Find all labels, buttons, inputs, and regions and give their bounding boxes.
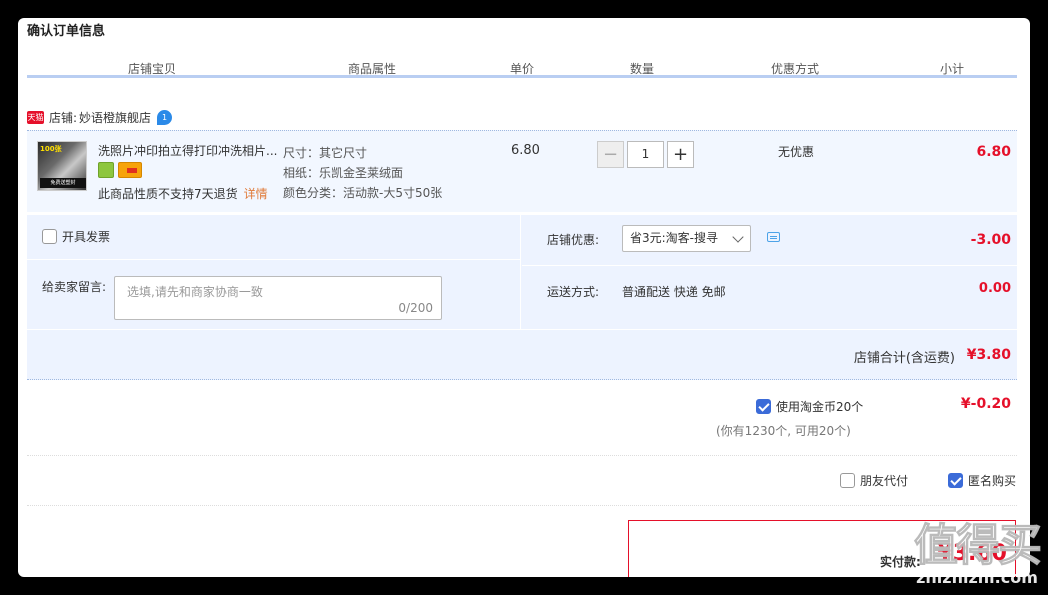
order-options: 开具发票 给卖家留言: 选填,请先和商家协商一致 0/200 店铺优惠: 省3元… <box>27 215 1017 329</box>
divider <box>27 259 521 260</box>
shop-discount-amount: -3.00 <box>970 232 1011 248</box>
no-return-text: 此商品性质不支持7天退货 <box>98 187 238 201</box>
item-attributes: 尺寸：其它尺寸 相纸：乐凯金圣莱绒面 颜色分类：活动款-大5寸50张 <box>283 143 442 203</box>
message-char-count: 0/200 <box>398 301 433 315</box>
item-promo: 无优惠 <box>778 145 815 159</box>
order-item-row: 100张 免费送塑封 洗照片冲印拍立得打印冲洗相片... 此商品性质不支持7天退… <box>27 130 1017 212</box>
thumb-promo-text: 100张 <box>40 145 62 153</box>
invoice-option[interactable]: 开具发票 <box>42 228 110 245</box>
quantity-stepper: − 1 + <box>597 141 694 168</box>
seller-message-textarea[interactable]: 选填,请先和商家协商一致 0/200 <box>114 276 442 320</box>
shipping-label: 运送方式: <box>547 285 600 299</box>
shipping-fee: 0.00 <box>978 281 1011 296</box>
shop-total-row: 店铺合计(含运费) ¥3.80 <box>27 330 1017 380</box>
attr-color: 颜色分类：活动款-大5寸50张 <box>283 186 443 200</box>
friend-pay-checkbox[interactable] <box>840 473 855 488</box>
unit-price: 6.80 <box>511 143 540 158</box>
quantity-plus-button[interactable]: + <box>667 141 694 168</box>
order-confirm-panel: 确认订单信息 店铺宝贝 商品属性 单价 数量 优惠方式 小计 天猫 店铺: 妙语… <box>18 18 1030 577</box>
friend-pay-label: 朋友代付 <box>860 474 909 488</box>
chevron-down-icon <box>732 231 744 243</box>
shop-row: 天猫 店铺: 妙语橙旗舰店 1 <box>27 108 173 126</box>
attr-paper: 相纸：乐凯金圣莱绒面 <box>283 166 404 180</box>
page-title: 确认订单信息 <box>27 24 106 39</box>
quantity-minus-button[interactable]: − <box>597 141 624 168</box>
guarantee-icon[interactable] <box>98 162 114 178</box>
service-icons <box>98 162 142 178</box>
attr-size: 尺寸：其它尺寸 <box>283 146 368 160</box>
item-name-link[interactable]: 洗照片冲印拍立得打印冲洗相片... <box>98 142 278 159</box>
no-return-notice: 此商品性质不支持7天退货 详情 <box>98 185 268 202</box>
anonymous-buy-label: 匿名购买 <box>968 474 1017 488</box>
anonymous-buy-option[interactable]: 匿名购买 <box>948 472 1016 489</box>
message-icon[interactable] <box>767 232 780 242</box>
tmall-icon: 天猫 <box>27 110 44 124</box>
anonymous-buy-checkbox[interactable] <box>948 473 963 488</box>
item-thumbnail[interactable]: 100张 免费送塑封 <box>37 141 87 191</box>
taojinbi-option[interactable]: 使用淘金币20个 <box>756 398 863 415</box>
shop-name-link[interactable]: 妙语橙旗舰店 <box>79 109 151 126</box>
watermark: 值得买 zhizhizhi.com <box>914 520 1043 587</box>
taojinbi-note: (你有1230个, 可用20个) <box>716 424 851 438</box>
credit-card-icon[interactable] <box>118 162 142 178</box>
shop-discount-select[interactable]: 省3元:淘客-搜寻 <box>622 225 751 252</box>
invoice-label: 开具发票 <box>62 230 111 244</box>
wangwang-chat-icon[interactable]: 1 <box>157 109 173 125</box>
watermark-logo: 值得买 <box>914 520 1043 571</box>
divider <box>522 265 1017 266</box>
item-subtotal: 6.80 <box>976 144 1011 160</box>
options-left: 开具发票 给卖家留言: 选填,请先和商家协商一致 0/200 <box>27 215 521 329</box>
message-label: 给卖家留言: <box>42 280 107 294</box>
detail-link[interactable]: 详情 <box>244 187 268 201</box>
shipping-method: 普通配送 快递 免邮 <box>622 285 726 299</box>
message-placeholder: 选填,请先和商家协商一致 <box>127 285 263 299</box>
thumb-caption: 免费送塑封 <box>40 178 86 188</box>
invoice-checkbox[interactable] <box>42 229 57 244</box>
taojinbi-amount: ¥-0.20 <box>960 396 1011 412</box>
shop-discount-value: 省3元:淘客-搜寻 <box>630 231 719 245</box>
friend-pay-option[interactable]: 朋友代付 <box>840 472 908 489</box>
shop-total-value: ¥3.80 <box>966 347 1011 363</box>
header-divider <box>27 75 1017 78</box>
taojinbi-checkbox[interactable] <box>756 399 771 414</box>
shop-total-label: 店铺合计(含运费) <box>853 351 955 366</box>
divider <box>27 505 1017 506</box>
shop-discount-label: 店铺优惠: <box>547 233 600 247</box>
watermark-url: zhizhizhi.com <box>916 568 1038 587</box>
divider <box>27 455 1017 456</box>
taojinbi-label: 使用淘金币20个 <box>776 400 864 414</box>
shop-label: 店铺: <box>49 110 78 125</box>
quantity-input[interactable]: 1 <box>627 141 664 168</box>
